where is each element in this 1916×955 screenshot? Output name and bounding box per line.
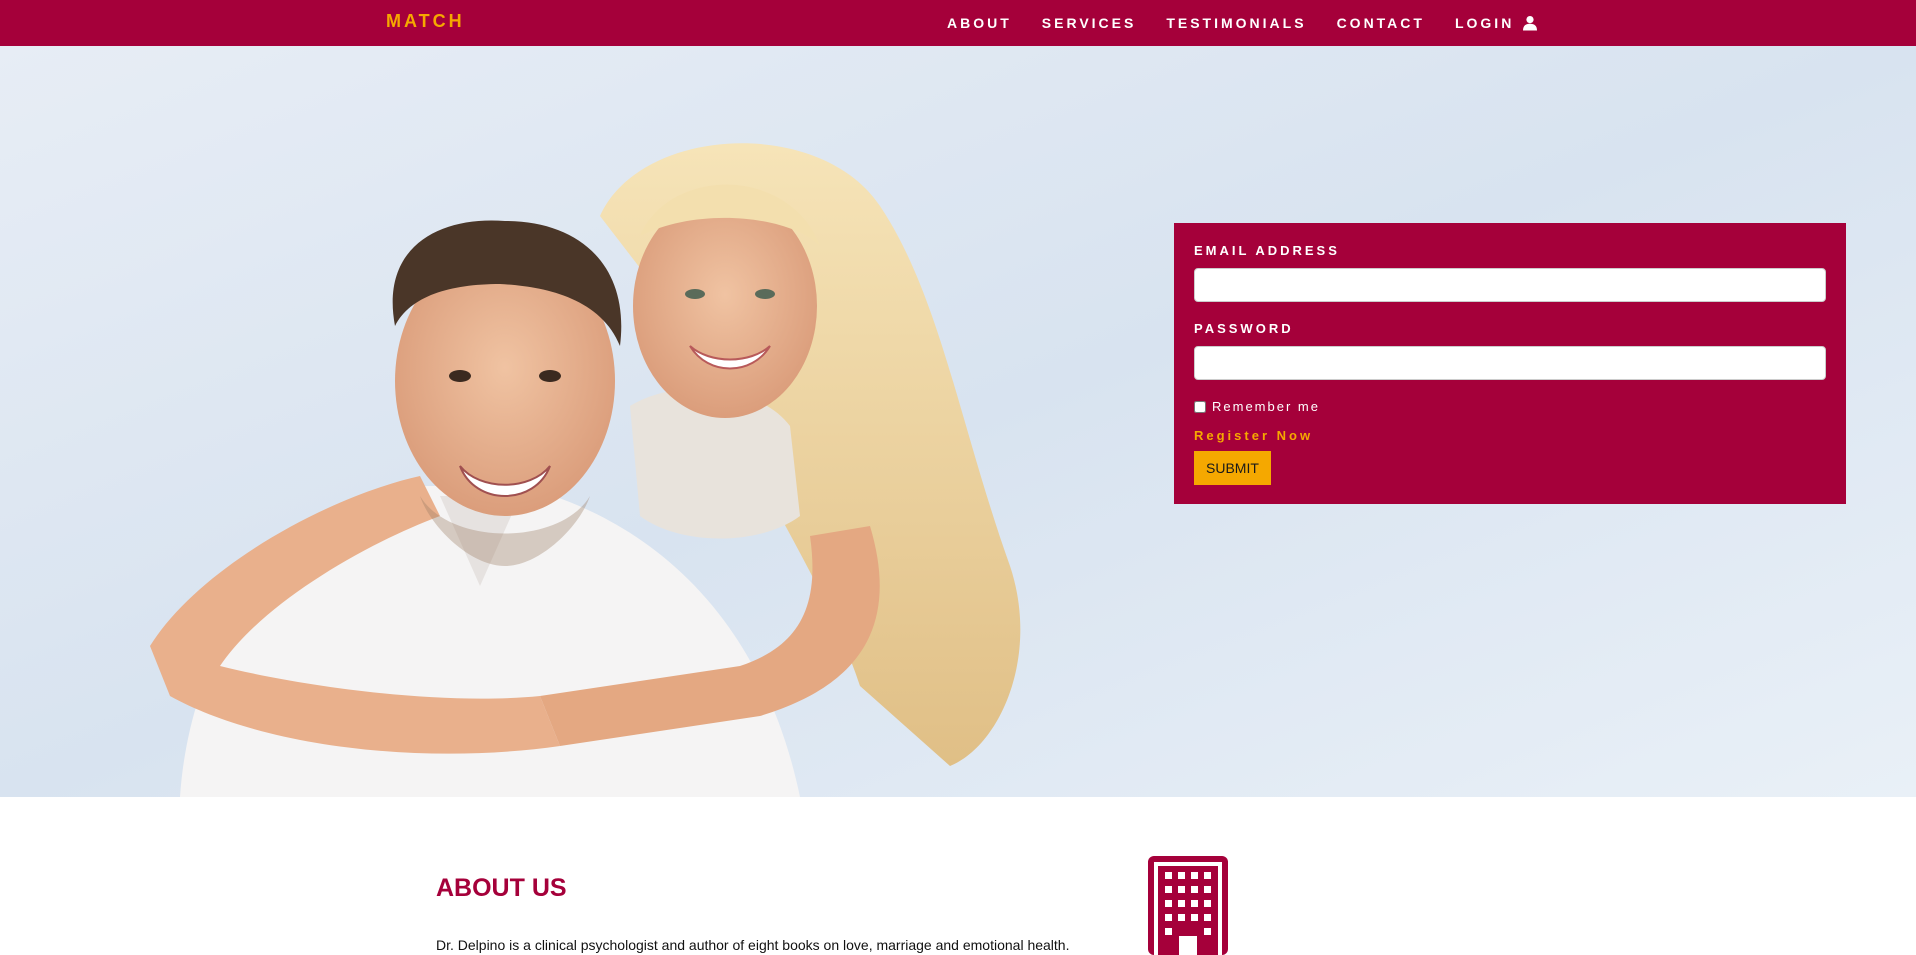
email-label: EMAIL ADDRESS (1194, 243, 1340, 258)
password-field[interactable] (1194, 346, 1826, 380)
about-text: Dr. Delpino is a clinical psychologist a… (436, 937, 1070, 953)
building-icon (1148, 856, 1228, 955)
nav-label-services: SERVICES (1041, 15, 1137, 31)
remember-checkbox[interactable] (1194, 400, 1206, 413)
navbar: MATCH ABOUT SERVICES TESTIMONIALS CONTAC… (0, 0, 1916, 46)
user-icon (1523, 16, 1538, 31)
nav-label-contact: CONTACT (1336, 15, 1425, 31)
remember-label: Remember me (1212, 399, 1320, 414)
hero-section: EMAIL ADDRESS PASSWORD Remember me Regis… (0, 46, 1916, 797)
register-link[interactable]: Register Now (1194, 428, 1826, 443)
nav-link-testimonials[interactable]: TESTIMONIALS (1166, 15, 1306, 31)
nav-link-about[interactable]: ABOUT (947, 15, 1012, 31)
nav-links: ABOUT SERVICES TESTIMONIALS CONTACT LOGI… (947, 0, 1538, 46)
brand-logo[interactable]: MATCH (386, 11, 465, 32)
remember-row: Remember me (1194, 399, 1826, 414)
nav-label-testimonials: TESTIMONIALS (1166, 15, 1307, 31)
nav-label-login: LOGIN (1454, 15, 1515, 31)
submit-button[interactable]: SUBMIT (1194, 451, 1271, 485)
nav-link-contact[interactable]: CONTACT (1337, 15, 1425, 31)
email-field[interactable] (1194, 268, 1826, 302)
nav-label-about: ABOUT (947, 15, 1012, 31)
about-title: ABOUT US (436, 874, 567, 902)
nav-link-services[interactable]: SERVICES (1042, 15, 1137, 31)
nav-link-login[interactable]: LOGIN (1455, 15, 1538, 31)
login-form: EMAIL ADDRESS PASSWORD Remember me Regis… (1174, 223, 1846, 504)
password-label: PASSWORD (1194, 321, 1294, 336)
